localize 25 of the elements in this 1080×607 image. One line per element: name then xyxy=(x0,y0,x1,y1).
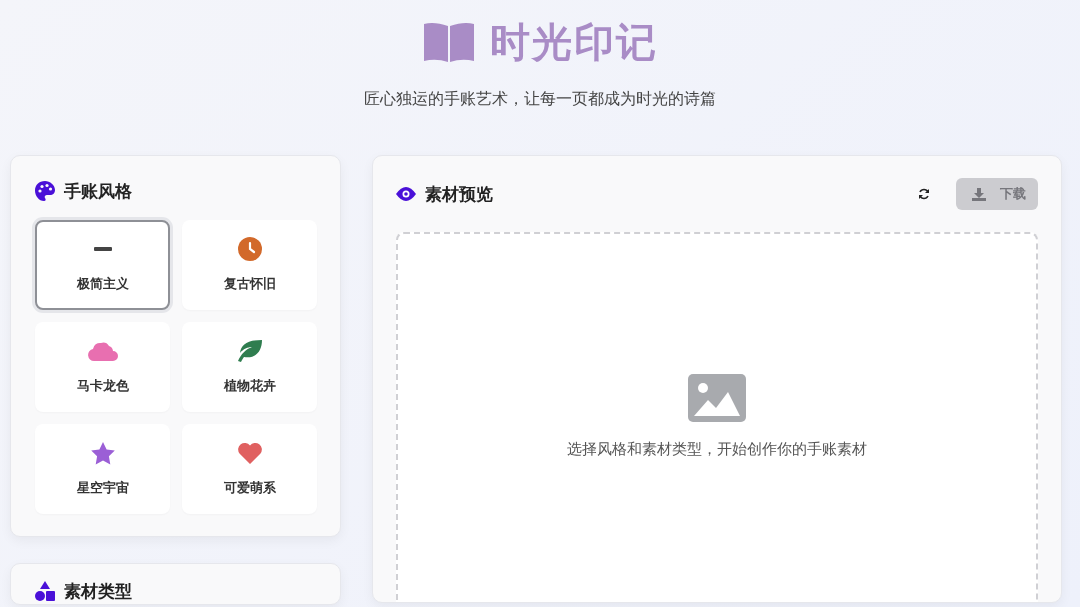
book-icon xyxy=(422,22,476,62)
empty-message: 选择风格和素材类型，开始创作你的手账素材 xyxy=(567,440,867,459)
eye-icon xyxy=(396,187,416,201)
shapes-icon xyxy=(35,581,55,601)
panel-title: 手账风格 xyxy=(64,181,132,201)
minus-icon xyxy=(93,247,112,251)
image-icon xyxy=(688,374,746,422)
heart-icon xyxy=(236,442,263,464)
style-option[interactable]: 极简主义 xyxy=(35,220,170,310)
style-option[interactable]: 复古怀旧 xyxy=(182,220,317,310)
refresh-icon xyxy=(918,188,930,200)
style-option[interactable]: 可爱萌系 xyxy=(182,424,317,514)
style-option[interactable]: 马卡龙色 xyxy=(35,322,170,412)
star-icon xyxy=(90,441,115,465)
app-title: 时光印记 xyxy=(490,18,658,66)
cloud-icon xyxy=(87,341,118,361)
leaf-icon xyxy=(236,340,263,362)
panel-title: 素材预览 xyxy=(425,184,493,204)
panel-title: 素材类型 xyxy=(64,581,132,601)
download-icon xyxy=(972,187,986,201)
style-option[interactable]: 星空宇宙 xyxy=(35,424,170,514)
style-option[interactable]: 植物花卉 xyxy=(182,322,317,412)
palette-icon xyxy=(35,181,55,201)
app-subtitle: 匠心独运的手账艺术，让每一页都成为时光的诗篇 xyxy=(364,88,716,110)
clock-icon xyxy=(237,237,262,261)
